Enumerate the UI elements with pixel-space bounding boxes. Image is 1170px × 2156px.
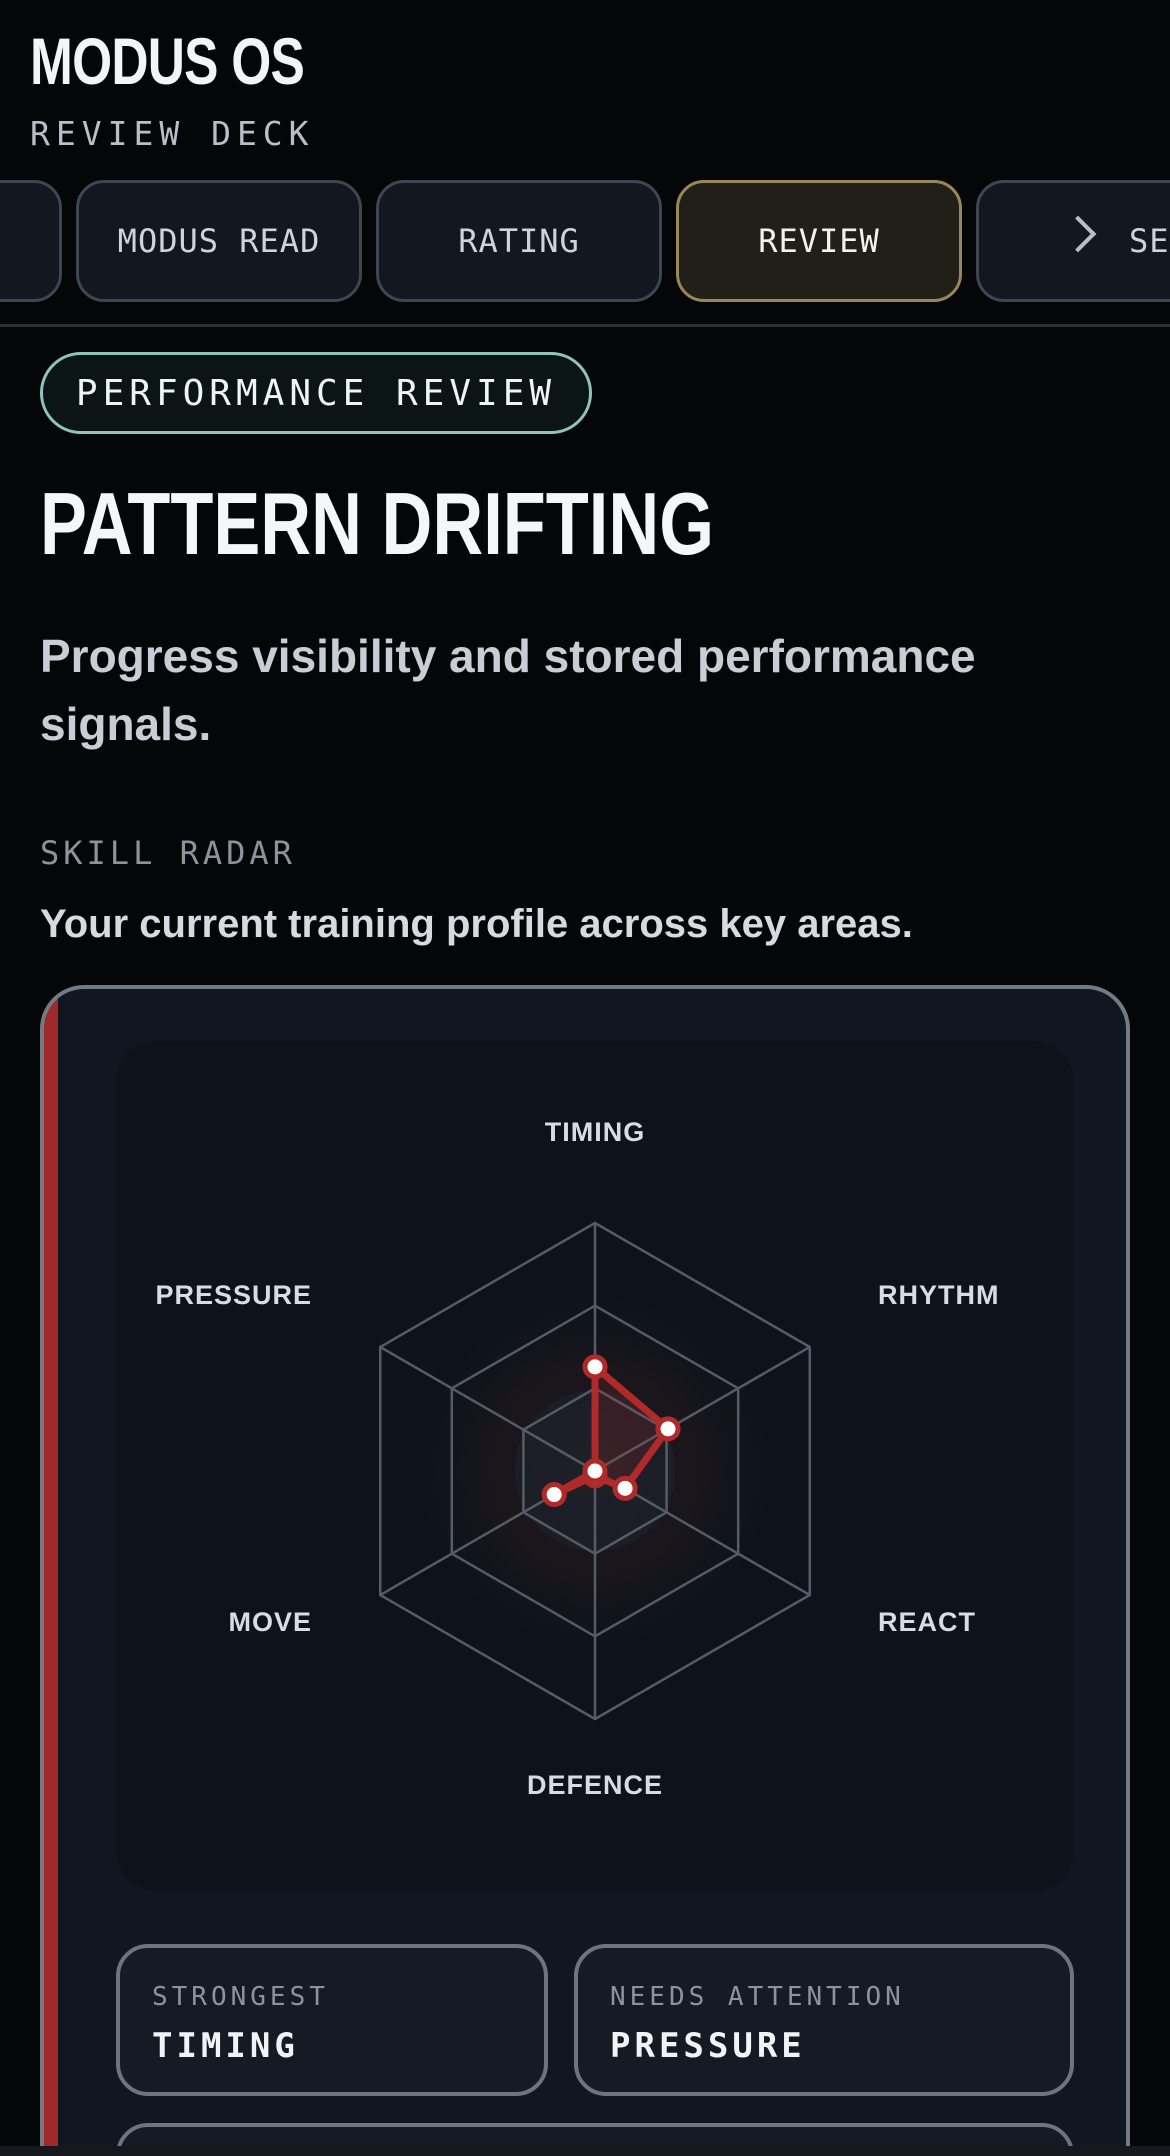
tab-label: MODUS READ [117,222,321,260]
radar-point [582,1354,608,1380]
radar-point [612,1475,638,1501]
tab-next[interactable]: SER [976,180,1170,302]
skill-radar-description: Your current training profile across key… [40,902,913,946]
tab-modus-read[interactable]: MODUS READ [76,180,362,302]
strongest-label: STRONGEST [152,1982,329,2012]
radar-point [541,1482,567,1508]
radar-axis-label: TIMING [545,1117,646,1147]
radar-axis-label: DEFENCE [527,1770,663,1800]
strongest-stat: STRONGEST TIMING [116,1944,548,2096]
section-chip: PERFORMANCE REVIEW [40,352,592,434]
needs-attention-value: PRESSURE [610,2026,806,2066]
needs-attention-stat: NEEDS ATTENTION PRESSURE [574,1944,1074,2096]
tab-label: SER [1129,222,1170,260]
review-deck-screen: MODUS OS REVIEW DECK MODUS READ RATING R… [0,0,1170,2156]
radar-axis-label: PRESSURE [155,1280,312,1310]
radar-panel: TIMING RHYTHM REACT DEFENCE MOVE PRESSURE [116,1041,1074,1891]
skill-radar-card: TIMING RHYTHM REACT DEFENCE MOVE PRESSURE STR… [40,985,1130,2156]
bottom-bar [0,2146,1170,2156]
page-title: PATTERN DRIFTING [40,474,714,573]
page-description: Progress visibility and stored performan… [40,630,976,750]
app-subtitle: REVIEW DECK [30,114,315,153]
strongest-value: TIMING [152,2026,299,2066]
skill-radar-chart: TIMING RHYTHM REACT DEFENCE MOVE PRESSURE [155,1117,1000,1800]
tab-bar: MODUS READ RATING REVIEW SER [0,180,1170,306]
needs-attention-label: NEEDS ATTENTION [610,1982,905,2012]
tab-rating[interactable]: RATING [376,180,662,302]
radar-axis-label: MOVE [228,1607,312,1637]
card-accent-bar [44,989,58,2156]
tab-label: REVIEW [758,222,880,260]
tab-label: RATING [458,222,580,260]
chevron-right-icon [1059,215,1097,253]
header-divider [0,324,1170,327]
radar-axis-label: REACT [878,1607,976,1637]
radar-point [582,1458,608,1484]
tab-review[interactable]: REVIEW [676,180,962,302]
radar-point [655,1416,681,1442]
radar-axis-label: RHYTHM [878,1280,1000,1310]
app-title: MODUS OS [30,24,305,98]
skill-radar-label: SKILL RADAR [40,834,296,872]
tab-previous[interactable] [0,180,62,302]
